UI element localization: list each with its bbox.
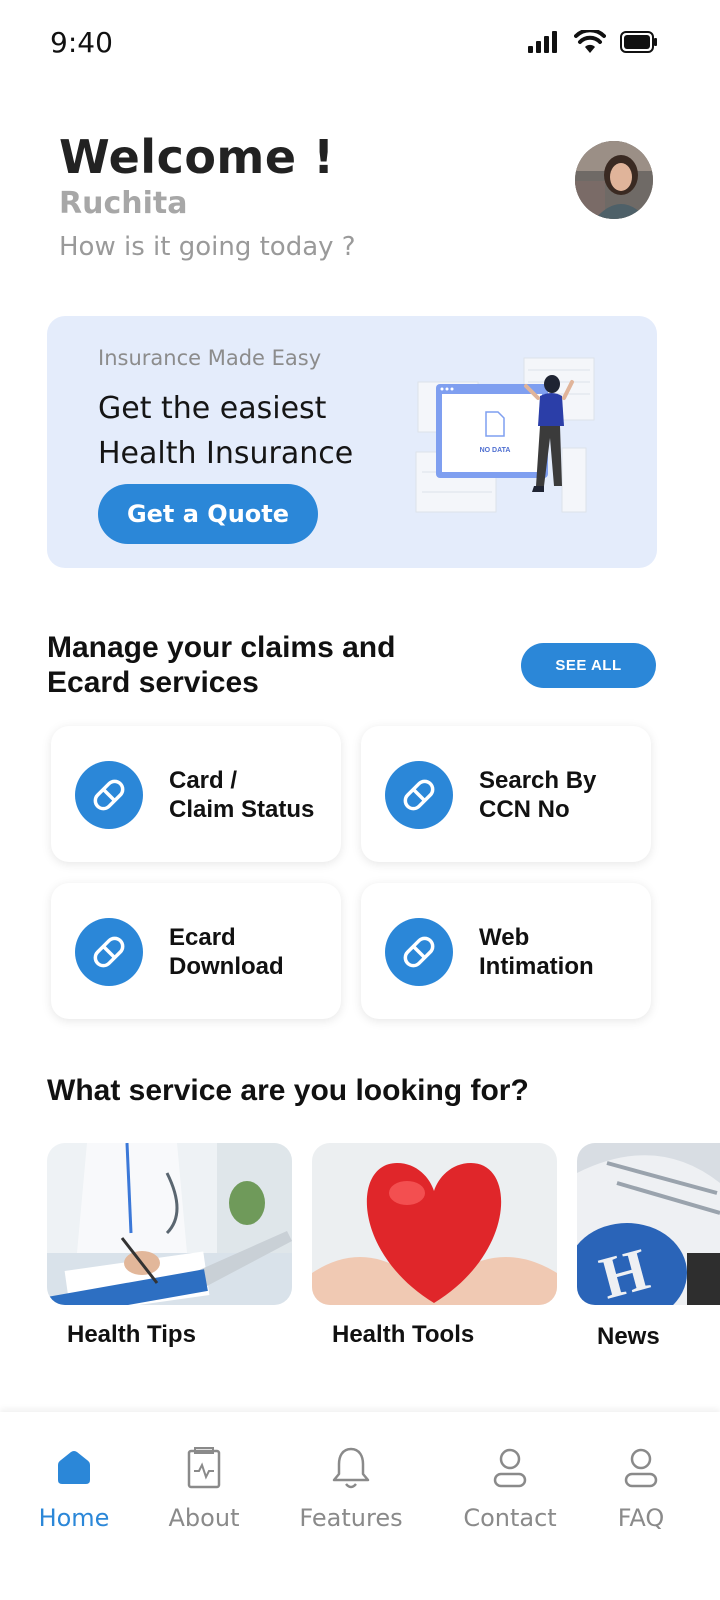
get-quote-button[interactable]: Get a Quote (98, 484, 318, 544)
services-section-title: What service are you looking for? (47, 1074, 529, 1107)
nav-label: Contact (463, 1504, 557, 1532)
illustration-caption: NO DATA (480, 447, 511, 454)
card-label: Search By CCN No (479, 767, 597, 823)
pill-icon (385, 918, 453, 986)
nav-label: Features (299, 1504, 403, 1532)
nav-faq[interactable]: FAQ (571, 1412, 711, 1552)
see-all-button[interactable]: SEE ALL (521, 643, 656, 688)
service-health-tools[interactable]: Health Tools (312, 1143, 557, 1348)
welcome-heading: Welcome ! (59, 130, 335, 184)
nav-label: FAQ (617, 1504, 665, 1532)
banner-title: Get the easiest Health Insurance (98, 391, 354, 471)
service-label: Health Tips (67, 1321, 196, 1348)
status-icons (528, 30, 658, 54)
home-icon (52, 1446, 96, 1490)
card-label: Web Intimation (479, 924, 594, 980)
pill-icon (385, 761, 453, 829)
bottom-nav: Home About Features Contact FAQ (0, 1412, 720, 1600)
wifi-icon (574, 30, 606, 53)
clipboard-pulse-icon (182, 1446, 226, 1490)
nav-about[interactable]: About (134, 1412, 274, 1552)
service-label: News (597, 1323, 660, 1350)
service-label: Health Tools (332, 1321, 475, 1348)
pill-icon (75, 918, 143, 986)
bell-icon (329, 1446, 373, 1490)
nav-home[interactable]: Home (4, 1412, 144, 1552)
user-icon (619, 1446, 663, 1490)
promo-banner: Insurance Made Easy Get the easiest Heal… (47, 316, 657, 568)
banner-kicker: Insurance Made Easy (98, 346, 322, 370)
search-ccn-card[interactable]: Search By CCN No (361, 726, 651, 862)
claim-status-card[interactable]: Card / Claim Status (51, 726, 341, 862)
status-time: 9:40 (50, 26, 113, 59)
heart-in-hands-photo (312, 1143, 557, 1305)
avatar[interactable] (575, 141, 653, 219)
web-intimation-card[interactable]: Web Intimation (361, 883, 651, 1019)
greeting-subtitle: How is it going today ? (59, 232, 356, 262)
no-data-illustration: NO DATA (415, 357, 595, 513)
card-label: Ecard Download (169, 924, 284, 980)
nav-contact[interactable]: Contact (440, 1412, 580, 1552)
battery-icon (620, 31, 657, 53)
signal-icon (528, 31, 557, 53)
nav-label: About (168, 1504, 240, 1532)
doctor-writing-photo (47, 1143, 292, 1305)
pill-icon (75, 761, 143, 829)
user-name: Ruchita (59, 186, 188, 221)
user-icon (488, 1446, 532, 1490)
card-label: Card / Claim Status (169, 767, 315, 823)
nav-features[interactable]: Features (281, 1412, 421, 1552)
newspaper-photo: H (577, 1143, 720, 1305)
service-health-tips[interactable]: Health Tips (47, 1143, 292, 1348)
ecard-download-card[interactable]: Ecard Download (51, 883, 341, 1019)
service-news[interactable]: H News (577, 1143, 720, 1350)
nav-label: Home (38, 1504, 110, 1532)
claims-section-title: Manage your claims and Ecard services (47, 631, 396, 699)
